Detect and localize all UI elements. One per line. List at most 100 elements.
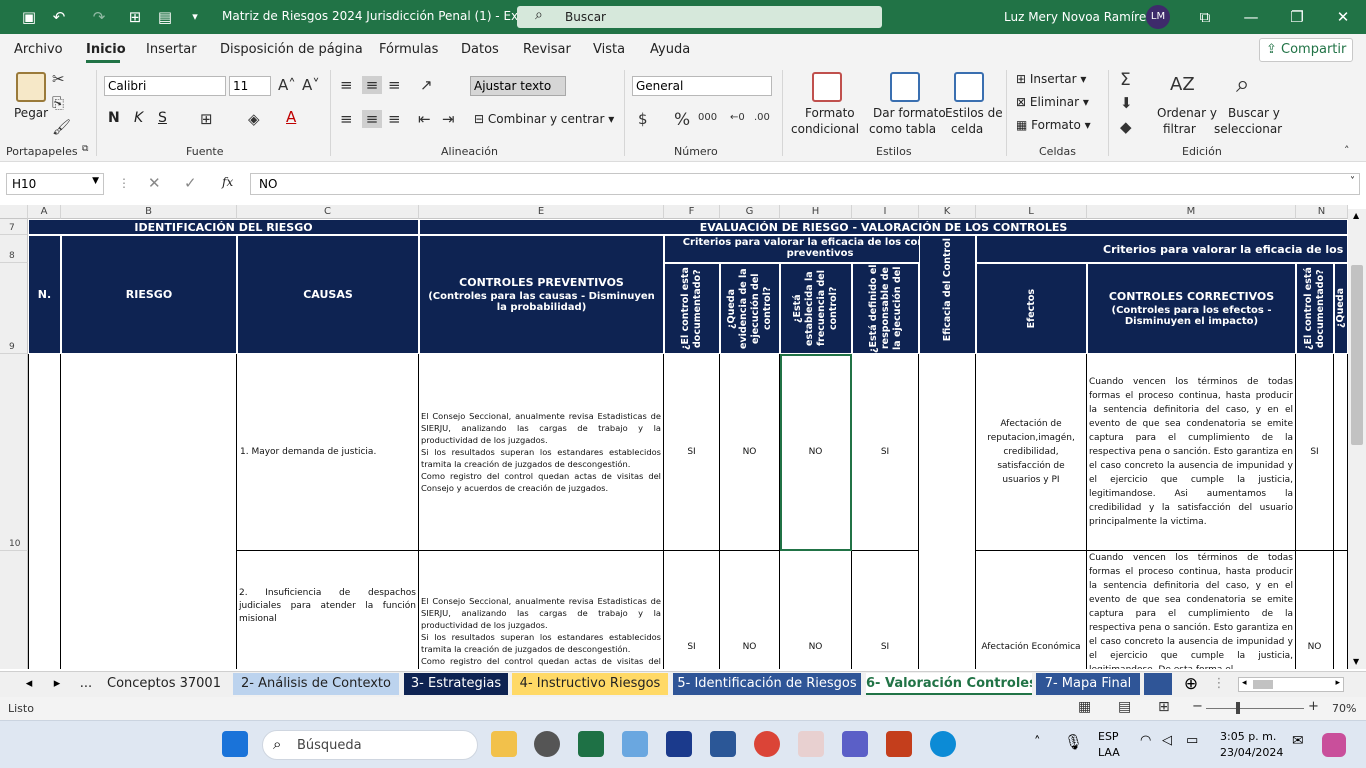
decrease-indent-icon[interactable]: ⇤ bbox=[418, 110, 431, 128]
menu-revisar[interactable]: Revisar bbox=[523, 42, 571, 57]
column-header[interactable]: I bbox=[852, 205, 919, 219]
scroll-up-icon[interactable]: ▲ bbox=[1353, 211, 1359, 220]
align-middle-icon[interactable]: ≡ bbox=[362, 76, 382, 94]
language-code[interactable]: ESP bbox=[1098, 730, 1119, 743]
copilot-icon[interactable] bbox=[1322, 733, 1346, 757]
align-left-icon[interactable]: ≡ bbox=[340, 110, 353, 128]
increase-decimal-icon[interactable]: ←0 bbox=[730, 112, 745, 123]
form-icon[interactable]: ⊞ bbox=[126, 8, 144, 26]
cell-corrective[interactable]: Cuando vencen los términos de todas form… bbox=[1087, 551, 1296, 669]
select-all-corner[interactable] bbox=[0, 205, 28, 219]
page-layout-icon[interactable]: ▤ bbox=[1118, 699, 1131, 715]
fill-color-icon[interactable]: ◈ bbox=[248, 110, 260, 128]
scrollbar-thumb[interactable] bbox=[1351, 265, 1363, 445]
restore-icon[interactable]: ❐ bbox=[1288, 8, 1306, 26]
cancel-icon[interactable]: ✕ bbox=[148, 174, 161, 192]
borders-icon[interactable]: ⊞ bbox=[200, 110, 213, 128]
align-right-icon[interactable]: ≡ bbox=[388, 110, 401, 128]
orientation-icon[interactable]: ↗ bbox=[420, 76, 433, 94]
zoom-out-icon[interactable]: − bbox=[1192, 699, 1203, 714]
column-header[interactable]: E bbox=[419, 205, 664, 219]
find-label-1[interactable]: Buscar y bbox=[1228, 106, 1280, 120]
font-size-select[interactable]: 11 bbox=[229, 76, 271, 96]
close-icon[interactable]: ✕ bbox=[1334, 8, 1352, 26]
redo-icon[interactable]: ↷ bbox=[90, 8, 108, 26]
sheet-tab-conceptos[interactable]: Conceptos 37001 bbox=[100, 673, 228, 695]
minimize-icon[interactable]: — bbox=[1242, 8, 1260, 26]
page-break-icon[interactable]: ⊞ bbox=[1158, 699, 1170, 715]
column-header[interactable]: F bbox=[664, 205, 720, 219]
excel-icon[interactable] bbox=[578, 731, 604, 757]
cell-h-selected[interactable]: NO bbox=[780, 354, 852, 551]
cond-format-label-2[interactable]: condicional bbox=[791, 122, 859, 136]
percent-icon[interactable]: % bbox=[674, 110, 690, 130]
autosum-icon[interactable]: Σ bbox=[1120, 70, 1131, 90]
cell-control[interactable]: El Consejo Seccional, anualmente revisa … bbox=[419, 354, 664, 551]
format-table-label-1[interactable]: Dar formato bbox=[873, 106, 946, 120]
volume-icon[interactable]: ◁ bbox=[1162, 733, 1172, 748]
insert-function-icon[interactable]: fx bbox=[222, 175, 233, 189]
vertical-scrollbar[interactable]: ▲ ▼ bbox=[1348, 209, 1366, 669]
sheet-tab-more[interactable]: ... bbox=[72, 673, 100, 695]
row-header[interactable]: 10 bbox=[0, 354, 28, 551]
menu-ayuda[interactable]: Ayuda bbox=[650, 42, 690, 57]
insert-cells-button[interactable]: ⊞ Insertar ▾ bbox=[1016, 72, 1086, 86]
menu-formulas[interactable]: Fórmulas bbox=[379, 42, 438, 57]
zoom-in-icon[interactable]: + bbox=[1308, 699, 1319, 714]
find-label-2[interactable]: seleccionar bbox=[1214, 122, 1282, 136]
cell-f[interactable]: SI bbox=[664, 551, 720, 669]
format-cells-button[interactable]: ▦ Formato ▾ bbox=[1016, 118, 1091, 132]
menu-archivo[interactable]: Archivo bbox=[14, 42, 63, 57]
italic-button[interactable]: K bbox=[134, 110, 143, 126]
cell-styles-label-2[interactable]: celda bbox=[951, 122, 983, 136]
show-hidden-icons[interactable]: ˄ bbox=[1034, 735, 1041, 750]
row-header[interactable]: 7 bbox=[0, 219, 28, 235]
column-header[interactable]: C bbox=[237, 205, 419, 219]
menu-vista[interactable]: Vista bbox=[593, 42, 625, 57]
edge-icon[interactable] bbox=[930, 731, 956, 757]
autosave-icon[interactable]: ▣ bbox=[20, 8, 38, 26]
cell-o-col[interactable] bbox=[1334, 354, 1348, 551]
cell-n-col[interactable]: SI bbox=[1296, 354, 1334, 551]
cell-eficacia-merged[interactable] bbox=[919, 354, 976, 669]
cell-corrective[interactable]: Cuando vencen los términos de todas form… bbox=[1087, 354, 1296, 551]
cell-cause[interactable]: 2. Insuficiencia de despachos judiciales… bbox=[237, 551, 419, 669]
decrease-decimal-icon[interactable]: .00 bbox=[754, 112, 770, 123]
hscroll-thumb[interactable] bbox=[1253, 680, 1273, 689]
dialog-launcher-icon[interactable]: ⧉ bbox=[82, 144, 88, 154]
align-top-icon[interactable]: ≡ bbox=[340, 76, 353, 94]
cell-n-col[interactable]: NO bbox=[1296, 551, 1334, 669]
sheet-tab-next[interactable] bbox=[1144, 673, 1172, 695]
row-header[interactable]: 9 bbox=[0, 263, 28, 354]
paste-label[interactable]: Pegar bbox=[14, 106, 48, 120]
share-button[interactable]: ⇪ Compartir bbox=[1259, 38, 1353, 62]
prev-sheet-icon[interactable]: ◂ bbox=[22, 673, 36, 695]
teams-icon[interactable] bbox=[842, 731, 868, 757]
sort-label-1[interactable]: Ordenar y bbox=[1157, 106, 1217, 120]
search-box[interactable]: ⌕ Buscar bbox=[517, 6, 882, 28]
horizontal-scrollbar[interactable]: ◂ ▸ bbox=[1238, 677, 1344, 692]
collapse-ribbon-icon[interactable]: ˄ bbox=[1344, 144, 1350, 157]
column-header[interactable]: M bbox=[1087, 205, 1296, 219]
cell-effect[interactable]: Afectación Económica bbox=[976, 551, 1087, 669]
column-header[interactable]: K bbox=[919, 205, 976, 219]
zoom-slider-thumb[interactable] bbox=[1236, 702, 1240, 714]
cell-styles-icon[interactable] bbox=[954, 72, 984, 102]
format-table-icon[interactable] bbox=[890, 72, 920, 102]
cell-i[interactable]: SI bbox=[852, 551, 919, 669]
photos-icon[interactable] bbox=[622, 731, 648, 757]
word-icon[interactable] bbox=[710, 731, 736, 757]
column-header[interactable]: L bbox=[976, 205, 1087, 219]
worksheet-grid[interactable]: A B C E F G H I K L M N 7 8 9 10 IDENTIF… bbox=[0, 205, 1348, 669]
fill-icon[interactable]: ⬇ bbox=[1120, 94, 1133, 112]
paste-icon[interactable] bbox=[16, 72, 46, 102]
chevron-down-icon[interactable]: ▼ bbox=[92, 176, 99, 186]
font-color-icon[interactable]: A bbox=[286, 108, 296, 126]
scroll-left-icon[interactable]: ◂ bbox=[1242, 678, 1247, 688]
cell-cause[interactable]: 1. Mayor demanda de justicia. bbox=[237, 354, 419, 551]
notifications-icon[interactable]: ✉ bbox=[1292, 733, 1304, 749]
font-name-select[interactable]: Calibri bbox=[104, 76, 226, 96]
avatar[interactable]: LM bbox=[1146, 5, 1170, 29]
cell-control[interactable]: El Consejo Seccional, anualmente revisa … bbox=[419, 551, 664, 669]
format-table-label-2[interactable]: como tabla bbox=[869, 122, 936, 136]
